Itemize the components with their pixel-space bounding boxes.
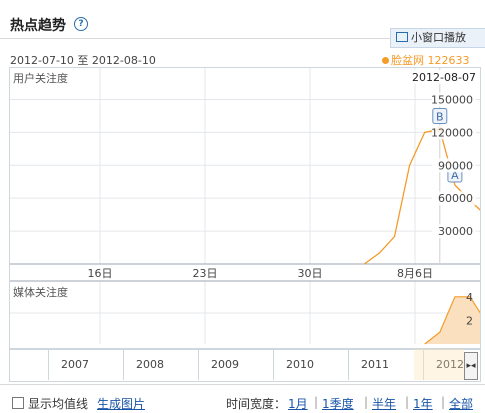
- timeline-drag-handle[interactable]: ▸◂: [464, 352, 478, 380]
- crosshair-date-label: 2012-08-07: [412, 71, 476, 84]
- small-window-play-button[interactable]: 小窗口播放: [390, 28, 485, 48]
- show-average-label: 显示均值线: [28, 397, 89, 411]
- timeline-year: 2010: [273, 349, 349, 380]
- legend-name: 脸盆网: [391, 54, 424, 67]
- help-icon[interactable]: ?: [74, 17, 88, 31]
- y-tick-label: 150000: [431, 93, 473, 106]
- time-width-label: 时间宽度：: [226, 397, 287, 411]
- media-y-tick-label: 2: [466, 314, 473, 327]
- media-y-tick-label: 4: [466, 291, 473, 304]
- range-all[interactable]: 全部: [449, 395, 473, 412]
- tv-icon: [396, 32, 408, 42]
- generate-image-link[interactable]: 生成图片: [97, 395, 145, 412]
- page-title: 热点趋势: [10, 18, 66, 34]
- separator: |: [405, 395, 410, 409]
- y-tick-label: 60000: [438, 192, 473, 205]
- footer-divider: [0, 384, 485, 385]
- separator: |: [364, 395, 369, 409]
- series-dot-icon: [382, 57, 389, 64]
- range-1-quarter[interactable]: 1季度: [322, 395, 354, 412]
- media-panel-label: 媒体关注度: [13, 285, 68, 299]
- y-tick-label: 30000: [438, 225, 473, 238]
- timeline-year: 2007: [48, 349, 124, 380]
- separator: |: [314, 395, 319, 409]
- user-panel-label: 用户关注度: [13, 71, 68, 85]
- timeline-year: 2011: [348, 349, 424, 380]
- show-average-checkbox[interactable]: [12, 397, 24, 409]
- small-window-label: 小窗口播放: [411, 31, 466, 44]
- x-tick-label: 23日: [193, 267, 218, 280]
- chart-frame: 用户关注度 媒体关注度 16日 23日 30日 8月6日 B A 150000 120000 900…: [9, 67, 485, 349]
- range-half-year[interactable]: 半年: [372, 395, 396, 412]
- timeline-selection[interactable]: [414, 349, 464, 380]
- x-tick-label: 8月6日: [397, 267, 433, 280]
- range-1-month[interactable]: 1月: [288, 395, 308, 412]
- timeline-year: 2008: [123, 349, 199, 380]
- trend-chart[interactable]: 用户关注度媒体关注度16日 23日 30日 8月6日BA150000120000900…: [10, 68, 485, 348]
- separator: |: [441, 395, 446, 409]
- timeline-year: 2009: [198, 349, 274, 380]
- marker-label: B: [436, 110, 444, 123]
- legend: 脸盆网 122633: [382, 52, 470, 68]
- range-1-year[interactable]: 1年: [413, 395, 433, 412]
- x-tick-label: 30日: [298, 267, 323, 280]
- y-tick-label: 90000: [438, 159, 473, 172]
- legend-value: 122633: [427, 54, 470, 67]
- y-tick-label: 120000: [431, 126, 473, 139]
- x-tick-label: 16日: [88, 267, 113, 280]
- date-range: 2012-07-10 至 2012-08-10: [10, 54, 156, 67]
